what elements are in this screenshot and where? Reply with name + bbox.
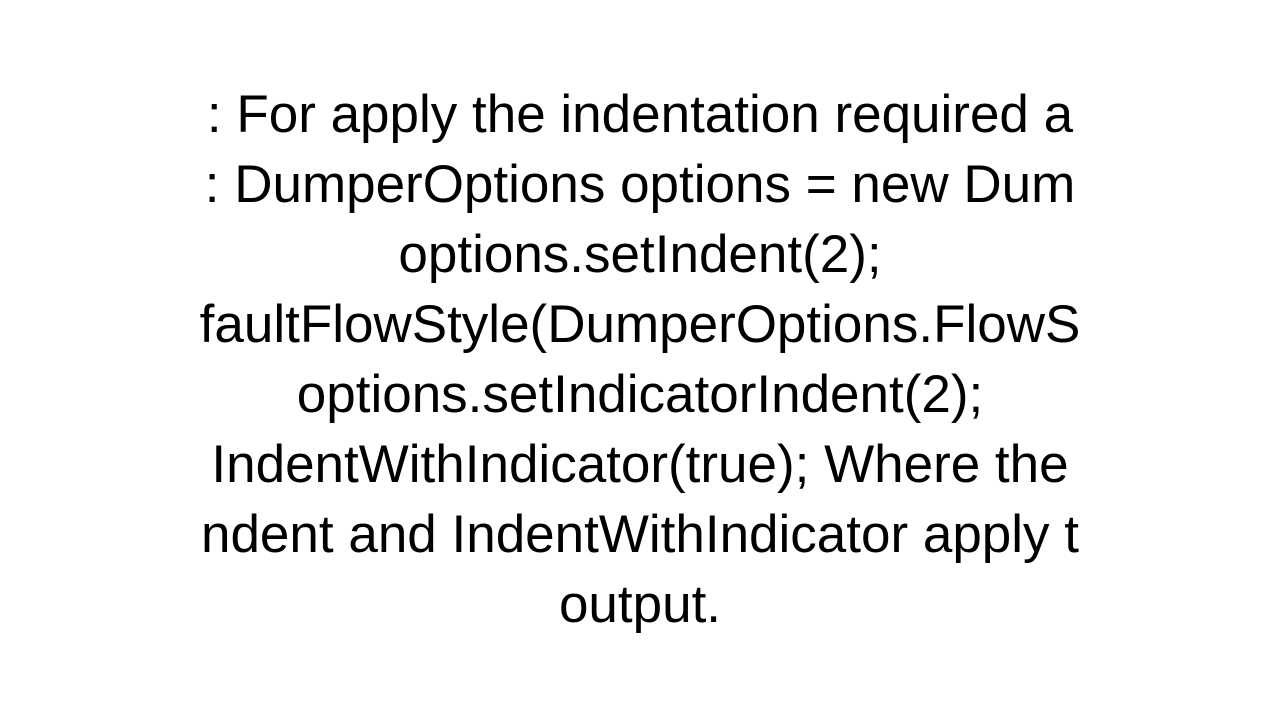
text-line-5: options.setIndicatorIndent(2);: [200, 360, 1081, 430]
text-line-4: faultFlowStyle(DumperOptions.FlowS: [200, 290, 1081, 360]
text-line-7: ndent and IndentWithIndicator apply t: [200, 500, 1081, 570]
text-content: : For apply the indentation required a :…: [200, 80, 1081, 640]
text-line-6: IndentWithIndicator(true); Where the: [200, 430, 1081, 500]
text-line-8: output.: [200, 570, 1081, 640]
text-line-3: options.setIndent(2);: [200, 220, 1081, 290]
text-line-2: : DumperOptions options = new Dum: [200, 150, 1081, 220]
text-line-1: : For apply the indentation required a: [200, 80, 1081, 150]
